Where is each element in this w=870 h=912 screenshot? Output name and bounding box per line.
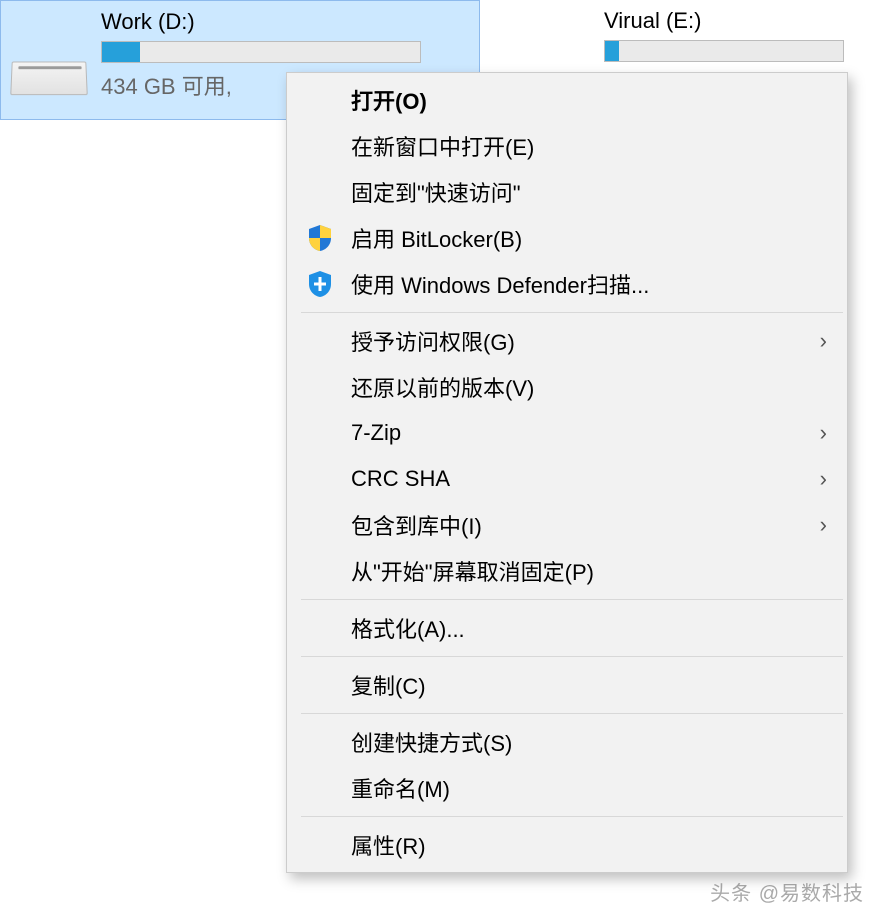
watermark: 头条 @易数科技 xyxy=(710,877,864,906)
shield-bitlocker-icon xyxy=(305,223,335,253)
menu-item-label: 从"开始"屏幕取消固定(P) xyxy=(351,555,594,587)
menu-item-properties[interactable]: 属性(R) xyxy=(289,822,845,868)
chevron-right-icon: › xyxy=(820,466,827,492)
menu-item-copy[interactable]: 复制(C) xyxy=(289,662,845,708)
menu-item-label: CRC SHA xyxy=(351,466,450,492)
menu-item-give-access[interactable]: 授予访问权限(G) › xyxy=(289,318,845,364)
drive-icon xyxy=(11,41,87,95)
menu-item-label: 打开(O) xyxy=(351,84,427,116)
menu-item-format[interactable]: 格式化(A)... xyxy=(289,605,845,651)
menu-item-rename[interactable]: 重命名(M) xyxy=(289,765,845,811)
menu-item-crc-sha[interactable]: CRC SHA › xyxy=(289,456,845,502)
menu-item-label: 7-Zip xyxy=(351,420,401,446)
menu-item-open-new-window[interactable]: 在新窗口中打开(E) xyxy=(289,123,845,169)
menu-item-create-shortcut[interactable]: 创建快捷方式(S) xyxy=(289,719,845,765)
menu-item-label: 属性(R) xyxy=(351,829,426,861)
chevron-right-icon: › xyxy=(820,328,827,354)
context-menu: 打开(O) 在新窗口中打开(E) 固定到"快速访问" 启用 BitLocker(… xyxy=(286,72,848,873)
menu-separator xyxy=(301,713,843,714)
shield-defender-icon xyxy=(305,269,335,299)
menu-item-label: 重命名(M) xyxy=(351,772,450,804)
drive-label: Virual (E:) xyxy=(604,8,844,34)
chevron-right-icon: › xyxy=(820,512,827,538)
drive-label: Work (D:) xyxy=(101,9,421,35)
menu-item-label: 复制(C) xyxy=(351,669,426,701)
menu-item-label: 还原以前的版本(V) xyxy=(351,371,534,403)
menu-item-restore-versions[interactable]: 还原以前的版本(V) xyxy=(289,364,845,410)
menu-item-label: 格式化(A)... xyxy=(351,612,465,644)
drive-info: Virual (E:) xyxy=(604,6,844,62)
menu-item-bitlocker[interactable]: 启用 BitLocker(B) xyxy=(289,215,845,261)
menu-item-label: 包含到库中(I) xyxy=(351,509,482,541)
menu-item-unpin-start[interactable]: 从"开始"屏幕取消固定(P) xyxy=(289,548,845,594)
menu-separator xyxy=(301,816,843,817)
drive-item-e[interactable]: Virual (E:) xyxy=(594,0,854,70)
menu-item-include-library[interactable]: 包含到库中(I) › xyxy=(289,502,845,548)
menu-item-label: 在新窗口中打开(E) xyxy=(351,130,534,162)
capacity-bar xyxy=(101,41,421,63)
menu-item-pin-quick-access[interactable]: 固定到"快速访问" xyxy=(289,169,845,215)
menu-item-label: 创建快捷方式(S) xyxy=(351,726,512,758)
menu-separator xyxy=(301,312,843,313)
chevron-right-icon: › xyxy=(820,420,827,446)
menu-item-label: 固定到"快速访问" xyxy=(351,176,521,208)
menu-item-label: 启用 BitLocker(B) xyxy=(351,222,522,254)
menu-item-label: 使用 Windows Defender扫描... xyxy=(351,268,649,300)
menu-item-open[interactable]: 打开(O) xyxy=(289,77,845,123)
menu-item-label: 授予访问权限(G) xyxy=(351,325,515,357)
menu-separator xyxy=(301,599,843,600)
capacity-bar xyxy=(604,40,844,62)
menu-item-defender-scan[interactable]: 使用 Windows Defender扫描... xyxy=(289,261,845,307)
menu-separator xyxy=(301,656,843,657)
menu-item-7zip[interactable]: 7-Zip › xyxy=(289,410,845,456)
